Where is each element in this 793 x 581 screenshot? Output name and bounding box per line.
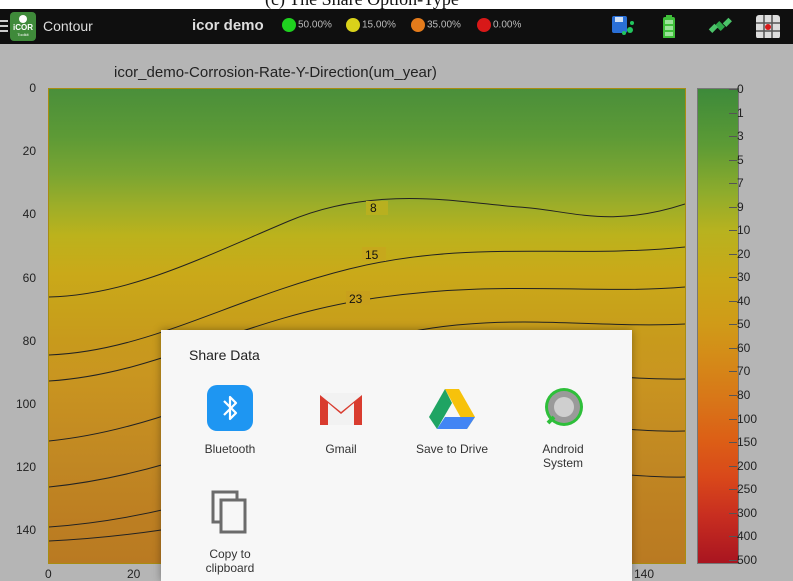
contour-label: 8 — [370, 201, 377, 215]
save-share-icon[interactable] — [610, 14, 636, 38]
colorbar-tick — [729, 277, 737, 279]
y-tick-label: 40 — [22, 207, 36, 222]
colorbar-tick — [729, 418, 737, 420]
share-dialog: Share Data Bluetooth Gmail Save to Drive… — [161, 330, 632, 581]
x-tick-label: 0 — [45, 567, 52, 581]
colorbar-tick — [729, 559, 737, 561]
colorbar-label: 40 — [737, 293, 751, 308]
logo-text: iCOR — [13, 23, 33, 32]
android-system-icon — [545, 388, 583, 426]
gmail-icon — [320, 393, 362, 425]
colorbar-tick — [729, 324, 737, 326]
satellite-icon[interactable] — [707, 14, 733, 38]
y-tick-label: 120 — [15, 460, 36, 475]
copy-icon — [211, 490, 247, 534]
colorbar-tick — [729, 512, 737, 514]
y-tick-label: 80 — [22, 333, 36, 348]
y-tick-label: 0 — [29, 81, 36, 95]
red-dot-icon — [477, 18, 491, 32]
colorbar-label: 300 — [737, 505, 758, 520]
colorbar-tick — [729, 489, 737, 491]
status-yellow: 15.00% — [346, 18, 396, 32]
colorbar-tick — [729, 136, 737, 138]
colorbar-label: 200 — [737, 458, 758, 473]
y-tick-label: 140 — [15, 523, 36, 538]
orange-dot-icon — [411, 18, 425, 32]
grid-target-icon[interactable] — [755, 14, 781, 38]
colorbar-tick — [729, 465, 737, 467]
colorbar-label: 20 — [737, 246, 751, 261]
colorbar-tick — [729, 442, 737, 444]
colorbar-label: 150 — [737, 435, 758, 450]
colorbar-label: 400 — [737, 529, 758, 544]
colorbar-tick — [729, 230, 737, 232]
colorbar-label: 80 — [737, 388, 751, 403]
logo-subtext: Toolkit — [17, 32, 29, 37]
colorbar-tick — [729, 253, 737, 255]
colorbar-tick — [729, 347, 737, 349]
colorbar-label: 250 — [737, 482, 758, 497]
colorbar-label: 100 — [737, 411, 758, 426]
chart-title: icor_demo-Corrosion-Rate-Y-Direction(um_… — [114, 64, 437, 81]
colorbar-label: 70 — [737, 364, 751, 379]
green-dot-icon — [282, 18, 296, 32]
colorbar-tick — [729, 300, 737, 302]
share-gmail[interactable]: Gmail — [286, 385, 396, 456]
colorbar-tick — [729, 395, 737, 397]
y-tick-label: 60 — [22, 270, 36, 285]
colorbar-label: 5 — [737, 152, 744, 167]
share-drive[interactable]: Save to Drive — [397, 385, 507, 456]
status-orange: 35.00% — [411, 18, 461, 32]
battery-icon — [663, 15, 675, 38]
caption-strip: (c) The Share Option-Type — [0, 0, 793, 9]
caption-text: (c) The Share Option-Type — [265, 0, 459, 9]
app-logo[interactable]: iCOR Toolkit — [10, 12, 36, 41]
bluetooth-icon — [207, 385, 253, 431]
colorbar-label: 60 — [737, 340, 751, 355]
colorbar-tick — [729, 536, 737, 538]
colorbar-label: 1 — [737, 105, 744, 120]
colorbar-label: 9 — [737, 199, 744, 214]
yellow-dot-icon — [346, 18, 360, 32]
drive-icon — [429, 389, 475, 429]
dialog-title: Share Data — [189, 347, 260, 363]
app-bar: iCOR Toolkit Contour icor demo 50.00% 15… — [0, 9, 793, 44]
contour-label: 15 — [365, 248, 379, 262]
colorbar-tick — [729, 183, 737, 185]
share-copy-clipboard[interactable]: Copy to clipboard — [175, 490, 285, 575]
colorbar-tick — [729, 159, 737, 161]
status-green: 50.00% — [282, 18, 332, 32]
menu-icon[interactable] — [0, 17, 8, 35]
colorbar-label: 7 — [737, 176, 744, 191]
colorbar-tick — [729, 371, 737, 373]
colorbar-label: 30 — [737, 270, 751, 285]
colorbar-label: 50 — [737, 317, 751, 332]
colorbar-label: 10 — [737, 223, 751, 238]
contour-label: 23 — [349, 292, 363, 306]
y-tick-label: 20 — [22, 144, 36, 159]
colorbar-label: 0 — [737, 82, 744, 96]
share-android-system[interactable]: Android System — [508, 385, 618, 470]
project-name: icor demo — [192, 17, 264, 34]
y-tick-label: 100 — [15, 397, 36, 411]
share-bluetooth[interactable]: Bluetooth — [175, 385, 285, 456]
status-red: 0.00% — [477, 18, 521, 32]
x-tick-label: 140 — [634, 567, 655, 581]
colorbar-tick — [729, 206, 737, 208]
colorbar-tick — [729, 112, 737, 114]
colorbar-label: 500 — [737, 552, 758, 567]
x-tick-label: 20 — [127, 567, 141, 581]
colorbar-tick — [729, 89, 737, 90]
colorbar-label: 3 — [737, 129, 744, 144]
app-title: Contour — [43, 18, 93, 34]
